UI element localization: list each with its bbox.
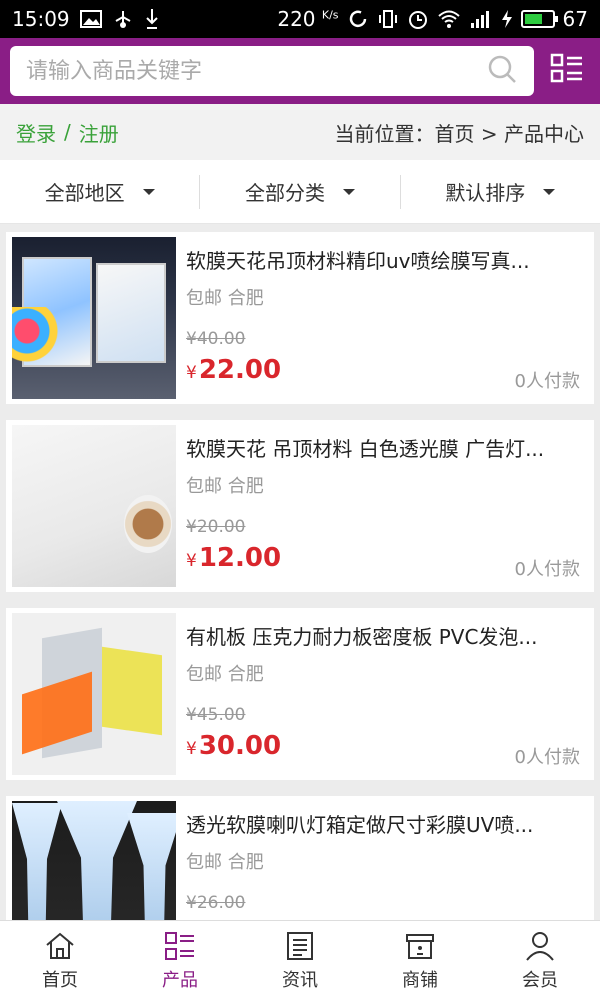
nav-home[interactable]: 首页 [0, 921, 120, 1000]
download-icon [144, 8, 160, 30]
filter-bar: 全部地区 全部分类 默认排序 [0, 160, 600, 224]
caret-down-icon [142, 188, 155, 195]
original-price: ¥45.00 [186, 705, 246, 725]
product-card[interactable]: 有机板 压克力耐力板密度板 PVC发泡... 包邮 合肥 ¥45.00 ¥30.… [6, 608, 594, 780]
product-tags: 包邮 合肥 [186, 288, 264, 309]
paid-count: 0人付款 [514, 371, 580, 392]
product-title[interactable]: 软膜天花 吊顶材料 白色透光膜 广告灯... [186, 433, 578, 462]
caret-down-icon [543, 188, 556, 195]
alarm-icon [407, 8, 429, 30]
header [0, 38, 600, 104]
filter-category[interactable]: 全部分类 [199, 174, 399, 209]
bottom-nav: 首页 产品 资讯 商铺 会员 [0, 920, 600, 1000]
currency-symbol: ¥ [186, 551, 197, 571]
home-icon [46, 932, 74, 959]
product-tags: 包邮 合肥 [186, 852, 264, 873]
product-image[interactable] [12, 425, 176, 587]
battery-icon [520, 10, 558, 28]
product-price: ¥12.00 [186, 543, 281, 573]
product-grid-icon [165, 931, 194, 960]
product-image[interactable] [12, 613, 176, 775]
product-info: 软膜天花吊顶材料精印uv喷绘膜写真... 包邮 合肥 ¥40.00 ¥22.00… [176, 237, 588, 399]
filter-label: 全部地区 [44, 181, 125, 205]
nav-label: 资讯 [282, 969, 318, 991]
news-icon [287, 931, 313, 960]
nav-member[interactable]: 会员 [480, 921, 600, 1000]
product-title[interactable]: 有机板 压克力耐力板密度板 PVC发泡... [186, 621, 578, 650]
vibrate-icon [377, 8, 399, 30]
search-input[interactable] [26, 58, 486, 84]
nav-label: 产品 [162, 969, 198, 991]
clock: 15:09 [12, 7, 70, 31]
filter-sort[interactable]: 默认排序 [399, 174, 600, 209]
nav-products[interactable]: 产品 [120, 921, 240, 1000]
price-value: 30.00 [198, 731, 282, 761]
paid-count: 0人付款 [514, 747, 580, 768]
filter-region[interactable]: 全部地区 [0, 175, 199, 209]
member-icon [526, 931, 554, 961]
product-tags: 包邮 合肥 [186, 476, 264, 497]
shop-icon [406, 933, 434, 959]
filter-label: 默认排序 [445, 181, 526, 205]
paid-count: 0人付款 [514, 559, 580, 580]
status-bar: 15:09 220 K/s 67 [0, 0, 600, 38]
sync-icon [347, 8, 369, 30]
search-box[interactable] [10, 46, 534, 96]
product-card[interactable]: 软膜天花 吊顶材料 白色透光膜 广告灯... 包邮 合肥 ¥20.00 ¥12.… [6, 420, 594, 592]
product-title[interactable]: 软膜天花吊顶材料精印uv喷绘膜写真... [186, 245, 578, 274]
price-value: 22.00 [198, 355, 282, 385]
product-price: ¥30.00 [186, 731, 281, 761]
product-title[interactable]: 透光软膜喇叭灯箱定做尺寸彩膜UV喷... [186, 809, 578, 838]
current-location: 当前位置：首页 > 产品中心 [334, 121, 584, 146]
original-price: ¥26.00 [186, 893, 246, 913]
image-icon [79, 10, 102, 28]
product-price: ¥22.00 [186, 355, 281, 385]
original-price: ¥20.00 [186, 517, 246, 537]
login-link[interactable]: 登录 [16, 118, 56, 147]
currency-symbol: ¥ [186, 739, 197, 759]
usb-icon [112, 9, 134, 29]
currency-symbol: ¥ [186, 363, 197, 383]
battery-level [524, 14, 542, 24]
caret-down-icon [342, 188, 355, 195]
nav-shop[interactable]: 商铺 [360, 921, 480, 1000]
original-price: ¥40.00 [186, 329, 246, 349]
register-link[interactable]: 注册 [79, 118, 119, 147]
product-info: 有机板 压克力耐力板密度板 PVC发泡... 包邮 合肥 ¥45.00 ¥30.… [176, 613, 588, 775]
nav-label: 会员 [522, 969, 558, 991]
login-register-separator: / [64, 120, 71, 144]
nav-label: 商铺 [402, 969, 438, 991]
product-tags: 包邮 合肥 [186, 664, 264, 685]
wifi-icon [437, 9, 461, 29]
nav-label: 首页 [42, 969, 78, 991]
network-speed: 220 K/s [277, 7, 339, 31]
menu-grid-icon[interactable] [534, 52, 584, 90]
battery-percent: 67 [562, 7, 588, 31]
product-info: 软膜天花 吊顶材料 白色透光膜 广告灯... 包邮 合肥 ¥20.00 ¥12.… [176, 425, 588, 587]
nav-news[interactable]: 资讯 [240, 921, 360, 1000]
signal-icon [469, 9, 493, 29]
charging-icon [501, 9, 513, 29]
product-list: 软膜天花吊顶材料精印uv喷绘膜写真... 包邮 合肥 ¥40.00 ¥22.00… [6, 232, 594, 984]
filter-label: 全部分类 [244, 181, 325, 205]
breadcrumb: 登录 / 注册 当前位置：首页 > 产品中心 [0, 104, 600, 160]
product-image[interactable] [12, 237, 176, 399]
price-value: 12.00 [198, 543, 282, 573]
product-card[interactable]: 软膜天花吊顶材料精印uv喷绘膜写真... 包邮 合肥 ¥40.00 ¥22.00… [6, 232, 594, 404]
search-icon[interactable] [486, 53, 518, 89]
